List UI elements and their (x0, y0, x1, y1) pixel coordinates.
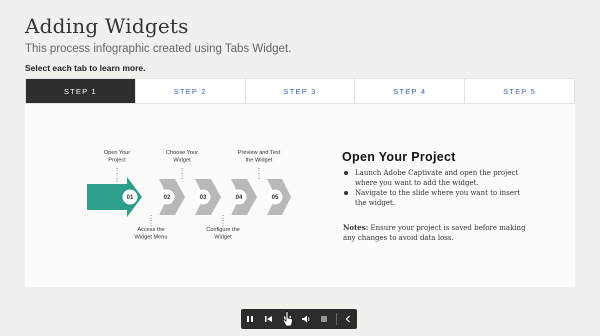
volume-icon (301, 315, 310, 323)
step-1-label-line1: Open Your (104, 150, 131, 156)
volume-button[interactable] (297, 309, 316, 329)
tab-step-3[interactable]: STEP 3 (245, 79, 356, 103)
step-5-number: 05 (272, 195, 279, 201)
instruction-text: Select each tab to learn more. (25, 63, 146, 73)
step-1-label-line2: Project (108, 158, 126, 164)
step-4-label-line2: Widget (214, 235, 232, 241)
rewind-icon (265, 316, 273, 322)
step-1-number: 01 (127, 195, 134, 201)
page-title: Adding Widgets (25, 14, 189, 38)
step-tabs: STEP 1 STEP 2 STEP 3 STEP 4 STEP 5 (25, 78, 575, 104)
step-bullet-list: Launch Adobe Captivate and open the proj… (343, 169, 528, 209)
step-2-label-line2: Widget Menu (135, 235, 168, 241)
step-3-number: 03 (200, 195, 207, 201)
notes-text: Ensure your project is saved before maki… (343, 224, 526, 242)
step-4-label-line1: Configure the (206, 227, 240, 233)
playbar-divider (335, 313, 337, 325)
list-item: Launch Adobe Captivate and open the proj… (343, 169, 528, 188)
list-item: Navigate to the slide where you want to … (343, 189, 528, 208)
bullet-icon (344, 171, 348, 175)
hand-cursor-icon (282, 311, 293, 327)
tab-step-2[interactable]: STEP 2 (135, 79, 246, 103)
tab-panel: 01 02 03 04 05 Open Your Project Choose … (25, 104, 575, 287)
playback-bar (241, 309, 357, 329)
pause-button[interactable] (241, 309, 260, 329)
bullet-text: Navigate to the slide where you want to … (355, 189, 521, 207)
step-notes: Notes: Ensure your project is saved befo… (343, 223, 528, 243)
page-subtitle: This process infographic created using T… (25, 43, 292, 55)
tab-step-1[interactable]: STEP 1 (26, 79, 136, 103)
bullet-icon (344, 191, 348, 195)
step-3-label-line1: Choose Your (166, 150, 198, 156)
bullet-text: Launch Adobe Captivate and open the proj… (355, 169, 519, 187)
pause-icon (247, 316, 254, 322)
step-5-label-line2: the Widget (246, 158, 273, 164)
collapse-playbar-button[interactable] (338, 309, 357, 329)
step-2-number: 02 (164, 195, 171, 201)
notes-label: Notes: (343, 223, 369, 232)
process-diagram: 01 02 03 04 05 Open Your Project Choose … (87, 150, 291, 241)
step-3-label-line2: Widget (173, 158, 191, 164)
tab-step-5[interactable]: STEP 5 (465, 79, 574, 103)
step-5-label-line1: Preview and Test (238, 150, 281, 156)
rewind-button[interactable] (260, 309, 279, 329)
menu-button[interactable] (315, 309, 334, 329)
step-content-title: Open Your Project (342, 150, 456, 164)
step-4-number: 04 (236, 195, 243, 201)
step-2-label-line1: Access the (137, 227, 164, 233)
chevron-left-icon (345, 315, 350, 323)
tab-step-4[interactable]: STEP 4 (355, 79, 466, 103)
menu-icon (321, 316, 328, 322)
